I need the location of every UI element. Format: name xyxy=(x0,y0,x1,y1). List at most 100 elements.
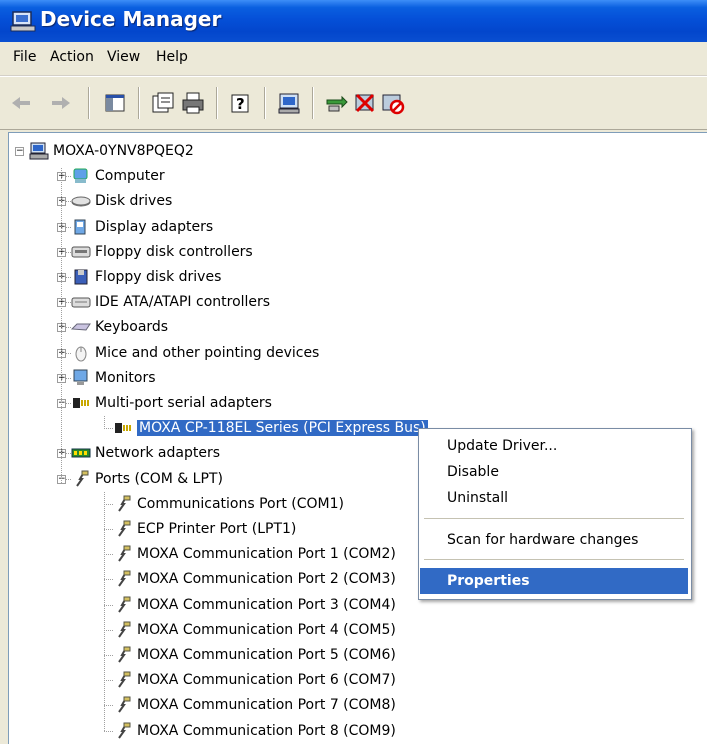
device-manager-icon xyxy=(10,10,36,32)
port-icon xyxy=(113,646,133,664)
network-icon xyxy=(71,444,91,462)
tree-device[interactable]: Communications Port (COM1) xyxy=(113,492,344,516)
uninstall-menu-item[interactable]: Uninstall xyxy=(420,485,688,511)
context-menu: Update Driver... Disable Uninstall Scan … xyxy=(418,428,692,600)
tree-device-label: MOXA Communication Port 2 (COM3) xyxy=(137,571,396,588)
tree-device-label: MOXA Communication Port 3 (COM4) xyxy=(137,596,396,613)
help-icon[interactable]: ? xyxy=(228,90,254,116)
display-icon xyxy=(71,218,91,236)
menu-action[interactable]: Action xyxy=(50,49,94,65)
update-driver-icon[interactable] xyxy=(324,90,350,116)
tree-device-label: MOXA Communication Port 8 (COM9) xyxy=(137,722,396,739)
port-icon xyxy=(113,621,133,639)
floppyctl-icon xyxy=(71,243,91,261)
tree-device-label: MOXA Communication Port 4 (COM5) xyxy=(137,621,396,638)
tree-category-label: Disk drives xyxy=(95,193,173,210)
disable-icon[interactable] xyxy=(380,90,406,116)
tree-category[interactable]: IDE ATA/ATAPI controllers xyxy=(71,290,270,314)
tree-category-label: IDE ATA/ATAPI controllers xyxy=(95,294,271,311)
disable-menu-item[interactable]: Disable xyxy=(420,459,688,485)
port-icon xyxy=(113,696,133,714)
tree-category-label: Computer xyxy=(95,168,165,185)
tree-category-label: Monitors xyxy=(95,369,156,386)
uninstall-icon[interactable] xyxy=(352,90,378,116)
port-icon xyxy=(113,520,133,538)
menu-file[interactable]: File xyxy=(13,49,36,65)
monitor-icon xyxy=(71,369,91,387)
scan-hardware-menu-item[interactable]: Scan for hardware changes xyxy=(420,527,688,553)
tree-category-label: Floppy disk drives xyxy=(95,269,222,285)
back-arrow-icon[interactable] xyxy=(8,90,34,116)
tree-device-label: MOXA Communication Port 1 (COM2) xyxy=(137,546,396,563)
tree-category-label: Floppy disk controllers xyxy=(95,243,253,260)
menu-view[interactable]: View xyxy=(107,49,140,65)
tree-category[interactable]: Monitors xyxy=(71,366,156,390)
print-icon[interactable] xyxy=(180,90,206,116)
tree-category[interactable]: Keyboards xyxy=(71,315,168,339)
tree-category[interactable]: Disk drives xyxy=(71,189,172,213)
disk-icon xyxy=(71,192,91,210)
mouse-icon xyxy=(71,344,91,362)
tree-category[interactable]: Display adapters xyxy=(71,215,213,239)
show-hide-tree-icon[interactable] xyxy=(102,90,128,116)
tree-device[interactable]: MOXA Communication Port 8 (COM9) xyxy=(113,719,396,743)
tree-category-label: Display adapters xyxy=(95,218,214,235)
serial-icon xyxy=(71,394,91,412)
computer-icon xyxy=(71,167,91,185)
tree-category[interactable]: Multi-port serial adapters xyxy=(71,391,272,415)
tree-root[interactable]: MOXA-0YNV8PQEQ2 xyxy=(29,139,194,163)
tree-device-label: MOXA Communication Port 6 (COM7) xyxy=(137,672,396,689)
tree-device[interactable]: MOXA Communication Port 6 (COM7) xyxy=(113,668,396,692)
port-icon xyxy=(113,596,133,614)
tree-category[interactable]: Ports (COM & LPT) xyxy=(71,467,223,491)
forward-arrow-icon[interactable] xyxy=(48,90,74,116)
tree-device[interactable]: MOXA Communication Port 4 (COM5) xyxy=(113,618,396,642)
tree-category-label: Network adapters xyxy=(95,445,220,462)
scan-hardware-icon[interactable] xyxy=(276,90,302,116)
port-icon xyxy=(113,722,133,740)
tree-category-label: Mice and other pointing devices xyxy=(95,344,320,361)
title-bar[interactable]: Device Manager xyxy=(0,0,707,42)
tree-category-label: Ports (COM & LPT) xyxy=(95,470,223,487)
port-icon xyxy=(113,570,133,588)
ide-icon xyxy=(71,293,91,311)
tree-category[interactable]: Floppy disk controllers xyxy=(71,240,253,264)
tree-category-label: Keyboards xyxy=(95,319,169,336)
tree-device[interactable]: MOXA Communication Port 3 (COM4) xyxy=(113,593,396,617)
tree-root-label: MOXA-0YNV8PQEQ2 xyxy=(53,143,194,159)
menu-separator xyxy=(424,559,684,560)
keyboard-icon xyxy=(71,318,91,336)
menu-help[interactable]: Help xyxy=(156,49,188,65)
tree-device[interactable]: MOXA Communication Port 2 (COM3) xyxy=(113,567,396,591)
tree-category[interactable]: Mice and other pointing devices xyxy=(71,341,319,365)
svg-text:?: ? xyxy=(236,95,245,113)
tree-device[interactable]: ECP Printer Port (LPT1) xyxy=(113,517,296,541)
tree-category-label: Multi-port serial adapters xyxy=(95,395,272,411)
floppy-icon xyxy=(71,268,91,286)
collapse-toggle[interactable]: − xyxy=(15,147,24,156)
tree-category[interactable]: Computer xyxy=(71,164,165,188)
tree-device-selected-label: MOXA CP-118EL Series (PCI Express Bus) xyxy=(137,420,428,437)
port-icon xyxy=(113,545,133,563)
properties-menu-item[interactable]: Properties xyxy=(420,568,688,594)
tree-device-selected[interactable]: MOXA CP-118EL Series (PCI Express Bus) xyxy=(113,416,428,440)
serial-icon xyxy=(113,419,133,437)
tree-device-label: MOXA Communication Port 7 (COM8) xyxy=(137,697,396,714)
port-icon xyxy=(71,470,91,488)
tree-category[interactable]: Network adapters xyxy=(71,441,220,465)
update-driver-menu-item[interactable]: Update Driver... xyxy=(420,433,688,459)
tree-device[interactable]: MOXA Communication Port 1 (COM2) xyxy=(113,542,396,566)
tree-device-label: MOXA Communication Port 5 (COM6) xyxy=(137,647,396,663)
tree-device-label: Communications Port (COM1) xyxy=(137,495,344,512)
tree-device[interactable]: MOXA Communication Port 7 (COM8) xyxy=(113,693,396,717)
tree-device-label: ECP Printer Port (LPT1) xyxy=(137,521,297,537)
port-icon xyxy=(113,671,133,689)
properties-icon[interactable] xyxy=(150,90,176,116)
menu-bar: File Action View Help xyxy=(0,42,707,76)
tree-device[interactable]: MOXA Communication Port 5 (COM6) xyxy=(113,643,396,667)
tree-category[interactable]: Floppy disk drives xyxy=(71,265,221,289)
port-icon xyxy=(113,495,133,513)
window-title: Device Manager xyxy=(40,7,222,31)
root-icon xyxy=(29,142,49,160)
menu-separator xyxy=(424,518,684,519)
